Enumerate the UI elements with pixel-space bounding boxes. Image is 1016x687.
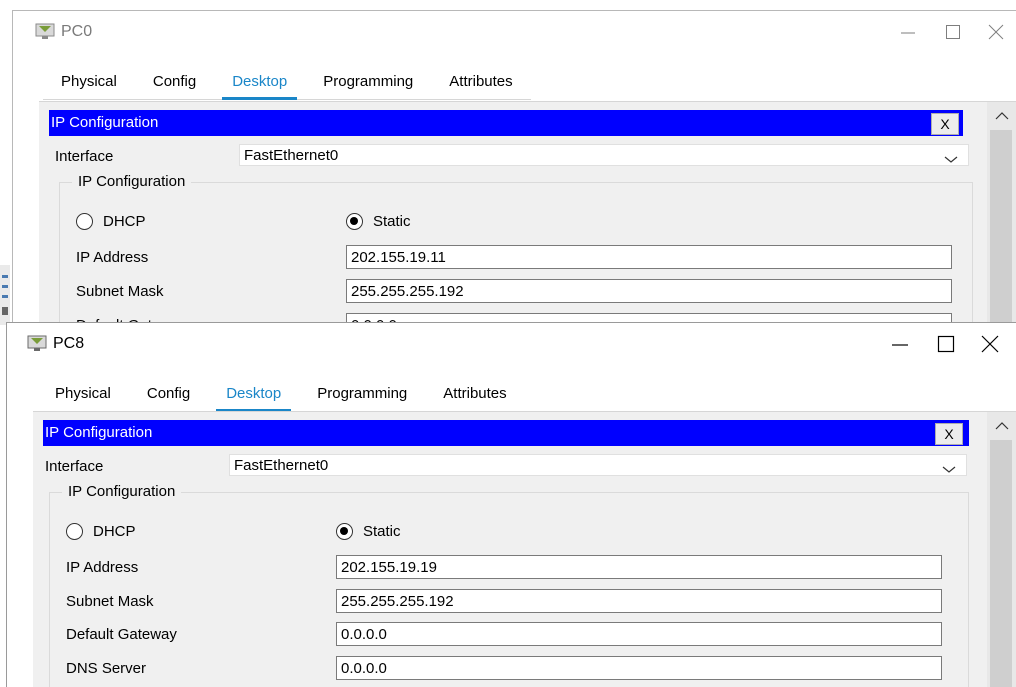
close-icon[interactable] <box>975 331 1005 357</box>
ip-config-close-button[interactable]: X <box>935 423 963 445</box>
minimize-icon[interactable] <box>885 331 915 357</box>
dns-server-input[interactable] <box>336 656 942 680</box>
subnet-mask-label: Subnet Mask <box>76 283 164 300</box>
dns-server-label: DNS Server <box>66 660 147 677</box>
ip-address-label: IP Address <box>66 559 139 576</box>
ip-address-input[interactable] <box>336 555 942 579</box>
ip-configuration-group: IP Configuration DHCP Static IP Address … <box>49 483 969 687</box>
ip-configuration-group-title: IP Configuration <box>62 483 182 500</box>
ip-config-close-button[interactable]: X <box>931 113 959 135</box>
static-radio[interactable]: Static <box>346 213 411 230</box>
tab-desktop[interactable]: Desktop <box>214 67 305 100</box>
ip-configuration-header: IP Configuration X <box>49 110 963 136</box>
tab-physical[interactable]: Physical <box>43 67 135 99</box>
subnet-mask-label: Subnet Mask <box>66 593 154 610</box>
chevron-down-icon <box>944 149 958 163</box>
tab-desktop[interactable]: Desktop <box>208 379 299 412</box>
ip-configuration-group: IP Configuration DHCP Static IP Address … <box>59 173 973 331</box>
pc0-vertical-scrollbar[interactable] <box>987 102 1016 331</box>
tab-attributes[interactable]: Attributes <box>431 67 530 99</box>
dhcp-radio[interactable]: DHCP <box>76 213 146 230</box>
ip-configuration-header: IP Configuration X <box>43 420 969 446</box>
static-label: Static <box>373 213 411 230</box>
chevron-up-icon[interactable] <box>995 418 1009 430</box>
interface-select[interactable]: FastEthernet0 <box>239 144 969 166</box>
ip-address-input[interactable] <box>346 245 952 269</box>
chevron-up-icon[interactable] <box>995 108 1009 120</box>
pc0-window-title: PC0 <box>61 23 93 40</box>
close-icon[interactable] <box>981 19 1011 45</box>
pc8-scroll-thumb[interactable] <box>990 440 1012 687</box>
interface-label: Interface <box>55 148 114 165</box>
dhcp-radio-circle <box>66 523 83 540</box>
subnet-mask-input[interactable] <box>336 589 942 613</box>
pc8-vertical-scrollbar[interactable] <box>987 412 1016 687</box>
interface-value: FastEthernet0 <box>244 147 339 164</box>
interface-label: Interface <box>45 458 104 475</box>
pc0-desktop-content: IP Configuration X Interface FastEtherne… <box>39 101 1016 331</box>
maximize-icon[interactable] <box>938 19 968 45</box>
ip-address-label: IP Address <box>76 249 149 266</box>
packet-tracer-pc-icon <box>33 21 57 41</box>
dhcp-radio[interactable]: DHCP <box>66 523 136 540</box>
packet-tracer-pc-icon <box>25 333 49 353</box>
pc0-title-bar[interactable]: PC0 <box>13 11 1016 53</box>
pc8-window: PC8 Physical Config Desktop Programming … <box>6 322 1016 687</box>
pc0-window: PC0 Physical Config Desktop Programming … <box>12 10 1016 331</box>
pc8-window-title: PC8 <box>53 335 85 352</box>
interface-value: FastEthernet0 <box>234 457 329 474</box>
ip-configuration-title: IP Configuration <box>51 114 159 131</box>
ip-configuration-group-title: IP Configuration <box>72 173 192 190</box>
dhcp-radio-circle <box>76 213 93 230</box>
pc8-title-bar[interactable]: PC8 <box>7 323 1016 365</box>
tab-physical[interactable]: Physical <box>37 379 129 411</box>
tab-programming[interactable]: Programming <box>299 379 425 411</box>
pc0-tab-bar: Physical Config Desktop Programming Attr… <box>43 67 531 100</box>
tab-config[interactable]: Config <box>129 379 208 411</box>
chevron-down-icon <box>942 459 956 473</box>
background-window-sliver <box>0 265 10 325</box>
static-radio-circle <box>336 523 353 540</box>
tab-attributes[interactable]: Attributes <box>425 379 524 411</box>
tab-programming[interactable]: Programming <box>305 67 431 99</box>
subnet-mask-input[interactable] <box>346 279 952 303</box>
maximize-icon[interactable] <box>931 331 961 357</box>
pc0-scroll-thumb[interactable] <box>990 130 1012 331</box>
static-label: Static <box>363 523 401 540</box>
static-radio-circle <box>346 213 363 230</box>
dhcp-label: DHCP <box>103 213 146 230</box>
static-radio[interactable]: Static <box>336 523 401 540</box>
pc8-desktop-content: IP Configuration X Interface FastEtherne… <box>33 411 1016 687</box>
default-gateway-label: Default Gateway <box>66 626 177 643</box>
dhcp-label: DHCP <box>93 523 136 540</box>
default-gateway-input[interactable] <box>336 622 942 646</box>
ip-configuration-title: IP Configuration <box>45 424 153 441</box>
pc8-tab-bar: Physical Config Desktop Programming Attr… <box>37 379 525 412</box>
minimize-icon[interactable] <box>893 19 923 45</box>
interface-select[interactable]: FastEthernet0 <box>229 454 967 476</box>
tab-config[interactable]: Config <box>135 67 214 99</box>
